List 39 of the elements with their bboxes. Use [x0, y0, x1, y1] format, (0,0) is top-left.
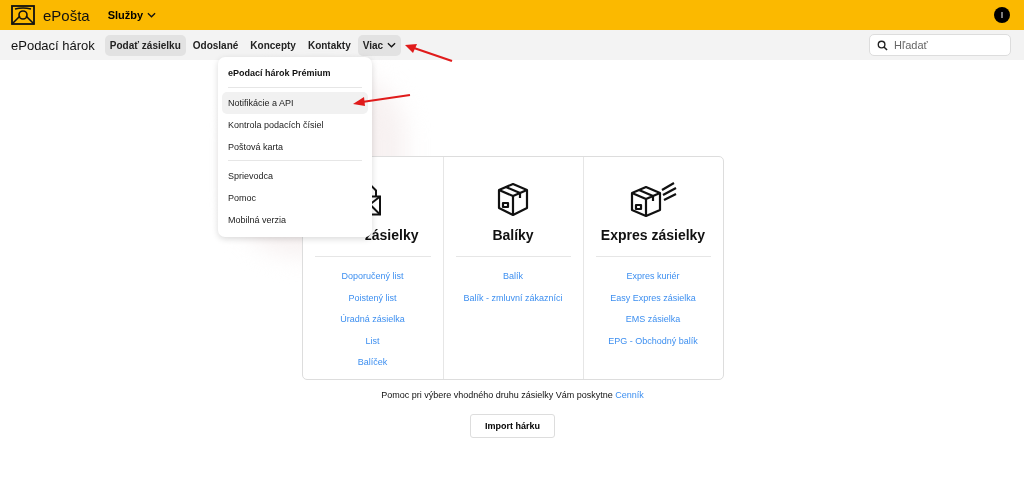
- menu-item[interactable]: Poštová karta: [222, 136, 368, 158]
- search-field[interactable]: Hľadať: [869, 34, 1011, 56]
- shipment-link[interactable]: Úradná zásielka: [340, 313, 405, 325]
- shipment-link[interactable]: List: [365, 334, 380, 347]
- chevron-icon: [147, 12, 157, 18]
- menu-item[interactable]: Pomoc: [222, 187, 368, 209]
- menu-item[interactable]: Kontrola podacích čísiel: [222, 114, 368, 136]
- category-title: Expres zásielky: [600, 227, 706, 243]
- shipment-link[interactable]: EMS zásielka: [625, 313, 681, 325]
- shipment-link[interactable]: Balíček: [357, 356, 388, 368]
- annotation-arrow: [404, 42, 455, 63]
- menu-header: ePodací hárok Prémium: [227, 67, 332, 80]
- chevron-icon: [387, 42, 397, 48]
- menu-item[interactable]: Sprievodca: [222, 165, 368, 187]
- nav-tab[interactable]: Podať zásielku: [104, 34, 186, 56]
- shipment-link[interactable]: Poistený list: [348, 291, 397, 304]
- shipment-link[interactable]: EPG - Obchodný balík: [608, 334, 698, 347]
- user-avatar[interactable]: I: [994, 7, 1010, 23]
- shipment-link[interactable]: Balík: [503, 270, 523, 282]
- annotation-arrow: [352, 93, 412, 107]
- shipment-link[interactable]: Doporučený list: [341, 270, 404, 282]
- services-menu[interactable]: Služby: [107, 9, 157, 21]
- nav-tab[interactable]: Koncepty: [245, 34, 301, 56]
- help-text: Pomoc pri výbere vhodného druhu zásielky Vám poskytne Cenník: [381, 390, 644, 400]
- fast-box-icon: [628, 181, 678, 217]
- menu-item[interactable]: Notifikácie a API: [222, 92, 368, 114]
- shipment-link[interactable]: Balík - zmluvní zákazníci: [463, 291, 563, 304]
- import-button[interactable]: Import hárku: [470, 414, 555, 438]
- nav-tab[interactable]: Odoslané: [187, 34, 244, 56]
- logo-text[interactable]: ePošta: [43, 6, 90, 24]
- price-list-link[interactable]: Cenník: [615, 390, 644, 400]
- app-title: ePodací hárok: [11, 37, 95, 53]
- category-title: Balíky: [492, 227, 534, 243]
- shipment-link[interactable]: Expres kuriér: [626, 270, 680, 282]
- search-icon: [877, 40, 888, 51]
- shipment-link[interactable]: Easy Expres zásielka: [610, 291, 696, 304]
- more-tab[interactable]: Viac: [357, 34, 402, 56]
- nav-tab[interactable]: Kontakty: [302, 34, 356, 56]
- logo-icon[interactable]: [11, 5, 35, 25]
